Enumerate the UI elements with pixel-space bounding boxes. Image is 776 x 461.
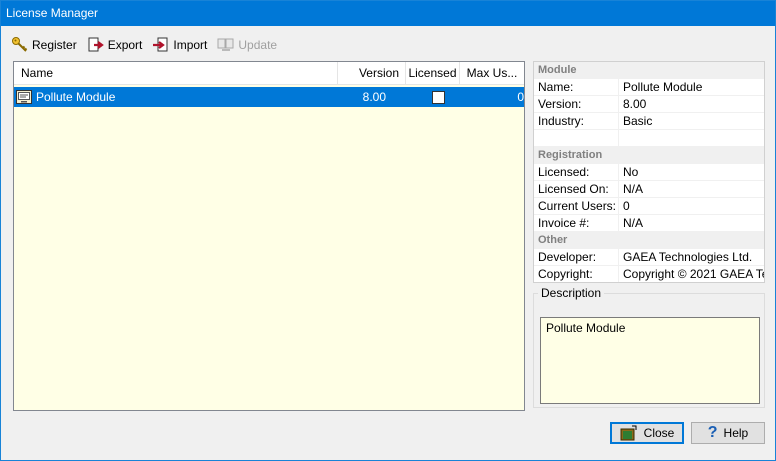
row-name: Pollute Module bbox=[36, 90, 116, 104]
category-module: Module bbox=[534, 62, 764, 79]
help-label: Help bbox=[723, 426, 749, 440]
property-row[interactable]: Developer: GAEA Technologies Ltd. bbox=[534, 249, 764, 266]
property-value: N/A bbox=[623, 216, 644, 230]
close-button[interactable]: Close bbox=[610, 422, 684, 444]
property-key: Industry: bbox=[534, 113, 619, 129]
property-key: Licensed On: bbox=[534, 181, 619, 197]
list-header: Name Version Licensed Max Us... bbox=[14, 62, 524, 85]
property-value: No bbox=[623, 165, 639, 179]
property-key: Current Users: bbox=[534, 198, 619, 214]
export-label: Export bbox=[107, 38, 143, 52]
column-header-max-users[interactable]: Max Us... bbox=[460, 62, 524, 85]
property-row[interactable]: Licensed: No bbox=[534, 164, 764, 181]
property-row[interactable]: Current Users: 0 bbox=[534, 198, 764, 215]
property-row[interactable]: Invoice #: N/A bbox=[534, 215, 764, 232]
update-button[interactable]: Update bbox=[215, 35, 279, 55]
description-text[interactable]: Pollute Module bbox=[540, 317, 760, 404]
register-label: Register bbox=[32, 38, 77, 52]
category-other: Other bbox=[534, 232, 764, 249]
module-icon bbox=[16, 90, 32, 104]
column-header-version[interactable]: Version bbox=[338, 62, 406, 85]
key-icon bbox=[12, 37, 28, 52]
property-value: 8.00 bbox=[623, 97, 647, 111]
property-row[interactable]: Version: 8.00 bbox=[534, 96, 764, 113]
property-grid[interactable]: Module Name: Pollute Module Version: 8.0… bbox=[533, 61, 765, 283]
property-key: Invoice #: bbox=[534, 215, 619, 231]
update-label: Update bbox=[238, 38, 278, 52]
property-row[interactable]: Name: Pollute Module bbox=[534, 79, 764, 96]
property-value: GAEA Technologies Ltd. bbox=[623, 250, 753, 264]
property-value: Pollute Module bbox=[623, 80, 703, 94]
close-label: Close bbox=[643, 426, 675, 440]
register-button[interactable]: Register bbox=[9, 35, 79, 55]
property-value: Basic bbox=[623, 114, 653, 128]
property-row[interactable]: Industry: Basic bbox=[534, 113, 764, 130]
door-exit-icon bbox=[620, 425, 637, 441]
property-value: N/A bbox=[623, 182, 644, 196]
licensed-checkbox[interactable] bbox=[431, 90, 445, 104]
list-row[interactable]: Pollute Module 8.00 0 bbox=[14, 87, 524, 107]
property-key: Copyright: bbox=[534, 266, 619, 282]
toolbar: Register Export Import Update bbox=[9, 35, 279, 55]
help-button[interactable]: ? Help bbox=[691, 422, 765, 444]
row-version: 8.00 bbox=[362, 90, 386, 104]
row-licensed-cell bbox=[386, 87, 454, 107]
export-icon bbox=[88, 37, 104, 52]
property-value: 0 bbox=[623, 199, 630, 213]
category-registration: Registration bbox=[534, 147, 764, 164]
property-value: Copyright © 2021 GAEA Tec bbox=[623, 267, 764, 281]
property-value-empty bbox=[619, 130, 764, 146]
license-manager-window: License Manager Register Export Import U… bbox=[0, 0, 776, 461]
row-max-users: 0 bbox=[517, 90, 524, 104]
property-row-empty bbox=[534, 130, 764, 147]
property-key: Licensed: bbox=[534, 164, 619, 180]
description-group: Description Pollute Module bbox=[533, 286, 765, 408]
module-list[interactable]: Name Version Licensed Max Us... Pollute … bbox=[13, 61, 525, 411]
column-header-name[interactable]: Name bbox=[14, 62, 338, 85]
export-button[interactable]: Export bbox=[85, 35, 145, 55]
column-header-licensed[interactable]: Licensed bbox=[406, 62, 460, 85]
import-label: Import bbox=[173, 38, 208, 52]
row-name-cell: Pollute Module bbox=[14, 87, 338, 107]
property-key: Name: bbox=[534, 79, 619, 95]
import-button[interactable]: Import bbox=[150, 35, 209, 55]
title-bar: License Manager bbox=[1, 1, 775, 26]
property-row[interactable]: Licensed On: N/A bbox=[534, 181, 764, 198]
property-row[interactable]: Copyright: Copyright © 2021 GAEA Tec bbox=[534, 266, 764, 282]
property-key: Version: bbox=[534, 96, 619, 112]
property-key-empty bbox=[534, 130, 619, 146]
window-title: License Manager bbox=[6, 6, 99, 20]
description-label: Description bbox=[538, 286, 605, 300]
question-icon: ? bbox=[707, 424, 718, 441]
property-key: Developer: bbox=[534, 249, 619, 265]
import-icon bbox=[153, 37, 168, 52]
update-icon bbox=[217, 38, 234, 51]
